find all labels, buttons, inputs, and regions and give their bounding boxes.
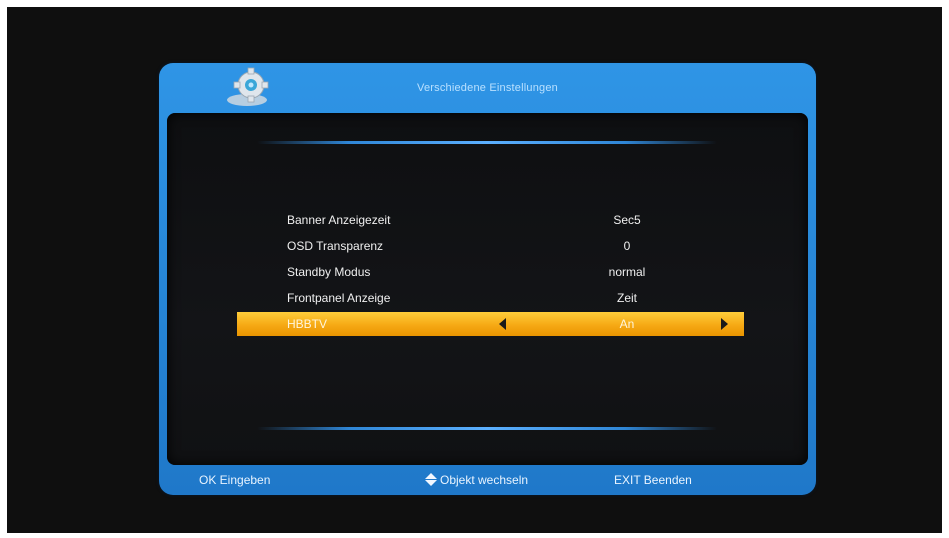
move-key-label: Objekt wechseln	[440, 473, 529, 487]
move-key-hint[interactable]: Objekt wechseln	[425, 465, 528, 495]
menu-item-osd-transparenz[interactable]: OSD Transparenz 0	[245, 234, 753, 258]
menu-item-label: HBBTV	[287, 317, 328, 331]
exit-key-hint[interactable]: EXIT Beenden	[614, 465, 692, 495]
top-divider	[257, 141, 717, 144]
menu-item-value: Sec5	[613, 213, 641, 227]
menu-item-label: Frontpanel Anzeige	[287, 291, 391, 305]
settings-dialog: Verschiedene Einstellungen Banner Anzeig…	[159, 63, 816, 495]
menu-item-label: OSD Transparenz	[287, 239, 384, 253]
bottom-divider	[257, 427, 717, 430]
menu-item-frontpanel-anzeige[interactable]: Frontpanel Anzeige Zeit	[245, 286, 753, 310]
menu-item-hbbtv[interactable]: HBBTV An	[237, 312, 744, 336]
dialog-title: Verschiedene Einstellungen	[417, 82, 558, 94]
arrow-left-icon[interactable]	[499, 318, 506, 330]
ok-key-hint[interactable]: OK Eingeben	[199, 465, 270, 495]
menu-item-label: Standby Modus	[287, 265, 371, 279]
arrow-right-icon[interactable]	[721, 318, 728, 330]
menu-item-value: Zeit	[616, 291, 637, 305]
settings-panel: Banner Anzeigezeit Sec5 OSD Transparenz …	[167, 113, 808, 465]
tv-screen: Verschiedene Einstellungen Banner Anzeig…	[7, 7, 942, 533]
menu-item-value: 0	[623, 239, 631, 253]
menu-item-standby-modus[interactable]: Standby Modus normal	[245, 260, 753, 284]
up-down-arrows-icon	[425, 473, 437, 487]
menu-item-value: normal	[608, 265, 646, 279]
dialog-header: Verschiedene Einstellungen	[159, 63, 816, 113]
menu-item-value: An	[619, 317, 635, 331]
menu-item-banner-anzeigezeit[interactable]: Banner Anzeigezeit Sec5	[245, 208, 753, 232]
menu-item-label: Banner Anzeigezeit	[287, 213, 391, 227]
footer-bar: OK Eingeben Objekt wechseln EXIT Beenden	[159, 465, 816, 495]
